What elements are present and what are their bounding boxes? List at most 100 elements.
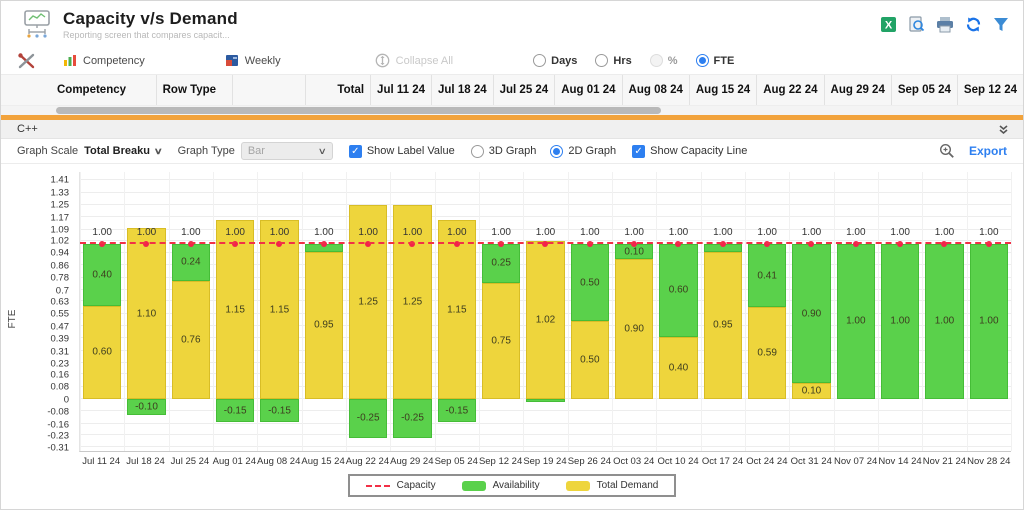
bar-total-label: 1.00 [225,226,245,238]
bar-value-label: -0.25 [356,412,380,424]
x-tick-label: Oct 31 24 [790,456,832,467]
x-tick-label: Sep 26 24 [567,456,612,467]
yellow-box-swatch [565,480,590,491]
bar-column: 1.25 -0.25 1.00 [346,172,390,451]
checkbox-checked-icon: ✓ [348,144,362,158]
print-icon[interactable] [936,16,954,33]
x-tick-label: Aug 08 24 [257,456,301,467]
bar-value-label: 0.60 [668,284,689,296]
view-toolbar: Competency Weekly Collapse All Days Hrs% F… [1,47,1023,75]
y-tick-label: 0.63 [50,296,70,308]
collapse-all-icon [375,53,389,68]
bar-column: 1.25 -0.25 1.00 [390,172,434,451]
bar-total-label: 1.00 [713,226,733,238]
x-tick-label: Nov 07 24 [834,456,878,467]
bar-total-label: 1.00 [624,226,644,238]
capacity-line [80,241,1011,244]
y-tick-label: 0 [63,394,69,406]
capacity-vs-demand-page: Capacity v/s Demand Reporting screen tha… [0,0,1024,510]
preview-icon[interactable] [908,15,925,33]
bar-total-label: 1.00 [491,226,511,238]
x-tick-label: Jul 18 24 [126,456,165,467]
bar-value-label: 1.00 [846,315,866,327]
column-header-blank [231,75,305,105]
toolbar-item-competency[interactable]: Competency [63,54,145,67]
header-actions: X [880,15,1009,33]
graph-type-select[interactable]: Bar ∨ [240,142,333,160]
bar-total-label: 1.00 [535,226,556,238]
bar-column: 1.00 1.00 [878,172,922,451]
bar-column: 1.00 1.00 [834,172,878,451]
tools-icon[interactable] [17,52,37,70]
y-tick-label: 0.94 [50,247,70,259]
bar-column: 1.00 1.00 [967,172,1011,451]
radio-checked-icon [695,54,709,67]
x-tick-label: Jul 11 24 [82,456,121,467]
graph-3d-radio[interactable]: 3D Graph [470,144,536,158]
bar-value-label: 0.50 [580,277,600,289]
x-tick-label: Sep 19 24 [523,456,567,467]
bar-column: 1.10 -0.10 1.00 [124,172,168,451]
show-capacity-line-checkbox[interactable]: ✓ Show Capacity Line [632,144,747,158]
y-tick-label: -0.31 [47,442,69,454]
chevron-down-icon: ∨ [317,145,328,156]
show-label-value-checkbox[interactable]: ✓ Show Label Value [348,144,455,158]
bar-value-label: 0.25 [491,257,511,269]
radio-icon [470,144,484,158]
graph-2d-radio[interactable]: 2D Graph [550,144,616,158]
column-header-date: Jul 11 24 [370,75,431,105]
unit-radio-days[interactable]: Days [533,54,577,67]
chevron-double-down-icon[interactable] [998,124,1009,135]
x-axis-labels: Jul 11 24 Jul 18 24 Jul 25 24 Aug 01 24 Aug … [79,456,1011,470]
column-header-date: Aug 29 24 [823,75,891,105]
bar-total-label: 1.00 [181,226,201,238]
bar-value-label: 0.76 [181,334,201,346]
toolbar-item-label: Collapse All [395,54,454,67]
zoom-in-icon[interactable] [939,143,955,159]
green-box-swatch [461,480,486,491]
bar-value-label: 0.60 [92,346,112,358]
y-axis-label: FTE [6,309,18,329]
y-tick-label: 1.41 [50,174,70,186]
bar-value-label: 1.25 [358,296,378,308]
report-board-icon [24,10,50,38]
group-row-label: C++ [17,123,38,135]
toolbar-item-collapse-all[interactable]: Collapse All [375,53,453,68]
y-tick-label: 0.7 [55,285,69,297]
horizontal-scrollbar-thumb[interactable] [56,107,661,114]
unit-radio-percent[interactable]: % [649,54,678,67]
bar-value-label: 1.15 [225,304,245,316]
column-header-date: Aug 01 24 [554,75,621,105]
y-tick-label: 0.08 [50,381,70,393]
bar-column: 0.59 0.41 1.00 [745,172,789,451]
radio-icon [595,54,609,67]
x-tick-label: Jul 25 24 [170,456,210,467]
bar-column: 1.15 -0.15 1.00 [257,172,301,451]
bar-value-label: -0.25 [401,412,424,424]
unit-radio-hrs[interactable]: Hrs [595,54,632,67]
export-button[interactable]: Export [969,144,1007,158]
filter-icon[interactable] [993,16,1009,33]
bar-segment [526,399,565,403]
graph-scale-select[interactable]: Total Breaku ∨ [84,145,163,157]
refresh-icon[interactable] [965,16,982,33]
bar-column: 1.15 -0.15 1.00 [435,172,479,451]
unit-radio-fte[interactable]: FTE [695,54,734,67]
legend-item-capacity: Capacity [365,480,436,491]
x-tick-label: Nov 21 24 [922,456,967,467]
bar-value-label: 1.15 [269,304,290,316]
toolbar-item-weekly[interactable]: Weekly [225,54,281,67]
bar-value-label: 1.25 [402,296,423,308]
bar-value-label: 0.41 [757,270,777,282]
y-tick-label: 1.02 [50,235,70,247]
bar-total-label: 1.00 [269,226,290,238]
bar-column: 0.60 0.40 1.00 [80,172,124,451]
graph-type-label: Graph Type [177,145,235,157]
graph-scale-label: Graph Scale [17,145,79,157]
x-tick-label: Nov 28 24 [967,456,1011,467]
excel-export-icon[interactable]: X [880,16,897,33]
group-row-cpp[interactable]: C++ [1,120,1023,139]
page-title: Capacity v/s Demand [63,8,238,28]
bar-value-label: -0.10 [135,401,158,413]
column-header-date: Jul 18 24 [431,75,493,105]
